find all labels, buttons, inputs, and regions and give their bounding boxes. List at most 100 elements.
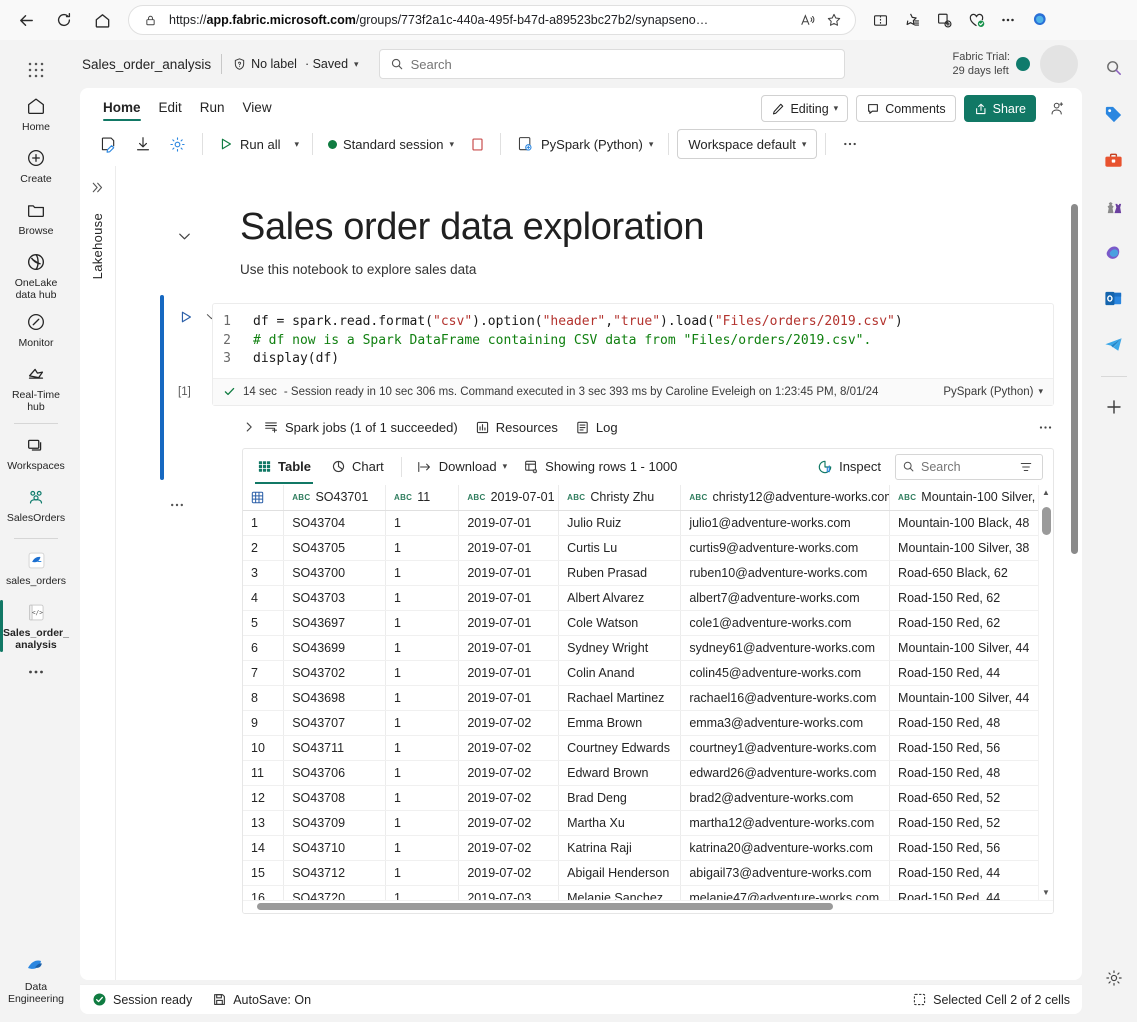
sidebar-item-workspaces[interactable]: Workspaces xyxy=(0,429,72,481)
settings-gear-icon[interactable] xyxy=(1098,962,1130,994)
grid-horizontal-scrollbar[interactable] xyxy=(243,900,1053,913)
table-cell[interactable]: 1 xyxy=(386,836,459,861)
table-cell[interactable]: SO43711 xyxy=(284,736,386,761)
table-cell[interactable]: albert7@adventure-works.com xyxy=(681,586,890,611)
table-cell[interactable]: Rachael Martinez xyxy=(559,686,681,711)
environment-selector[interactable]: Workspace default ▾ xyxy=(677,129,817,159)
sidebar-item-onelake-data-hub[interactable]: OneLake data hub xyxy=(0,246,72,306)
table-cell[interactable]: Mountain-100 Silver, 44 xyxy=(890,636,1053,661)
notebook-settings-button[interactable] xyxy=(161,129,194,159)
ribbon-overflow-button[interactable] xyxy=(834,129,866,159)
table-cell[interactable]: SO43708 xyxy=(284,786,386,811)
filter-icon[interactable] xyxy=(1019,460,1033,474)
table-cell[interactable]: Brad Deng xyxy=(559,786,681,811)
import-notebook-button[interactable] xyxy=(127,129,159,159)
telegram-icon[interactable] xyxy=(1098,328,1130,360)
table-cell[interactable]: SO43710 xyxy=(284,836,386,861)
table-cell[interactable]: 1 xyxy=(386,611,459,636)
table-cell[interactable]: SO43702 xyxy=(284,661,386,686)
grid-corner-icon[interactable] xyxy=(243,485,284,511)
table-cell[interactable]: 2019-07-02 xyxy=(459,786,559,811)
table-cell[interactable]: 1 xyxy=(386,886,459,900)
table-row[interactable]: 7SO4370212019-07-01Colin Anandcolin45@ad… xyxy=(243,661,1053,686)
run-all-dropdown[interactable]: ▾ xyxy=(289,129,304,159)
log-link[interactable]: Log xyxy=(575,420,618,435)
table-cell[interactable]: 2019-07-01 xyxy=(459,586,559,611)
table-cell[interactable]: rachael16@adventure-works.com xyxy=(681,686,890,711)
tag-icon[interactable] xyxy=(1098,98,1130,130)
markdown-cell[interactable]: Sales order data exploration Use this no… xyxy=(116,166,1068,277)
table-row[interactable]: 15SO4371212019-07-02Abigail Hendersonabi… xyxy=(243,861,1053,886)
table-cell[interactable]: 1 xyxy=(386,586,459,611)
table-cell[interactable]: SO43699 xyxy=(284,636,386,661)
table-cell[interactable]: 1 xyxy=(386,761,459,786)
table-cell[interactable]: 2019-07-02 xyxy=(459,836,559,861)
notebook-scrollbar[interactable] xyxy=(1069,180,1080,966)
sidebar-item-sales-orders-lakehouse[interactable]: sales_orders xyxy=(0,544,72,596)
browser-essentials-icon[interactable] xyxy=(960,4,992,36)
column-header[interactable]: ABCSO43701 xyxy=(284,485,386,511)
table-cell[interactable]: SO43697 xyxy=(284,611,386,636)
table-cell[interactable]: Mountain-100 Black, 48 xyxy=(890,511,1053,536)
table-cell[interactable]: Curtis Lu xyxy=(559,536,681,561)
showing-rows-indicator[interactable]: Showing rows 1 - 1000 xyxy=(515,459,685,475)
session-selector[interactable]: Standard session ▾ xyxy=(321,129,461,159)
scroll-thumb[interactable] xyxy=(1042,507,1051,535)
sidebar-item-sales-order-analysis[interactable]: </> Sales_order_ analysis xyxy=(0,596,72,656)
app-launcher-icon[interactable] xyxy=(16,50,56,90)
sidebar-item-data-engineering[interactable]: Data Engineering xyxy=(0,950,72,1010)
table-cell[interactable]: 1 xyxy=(386,561,459,586)
sidebar-item-create[interactable]: Create xyxy=(0,142,72,194)
sidebar-item-home[interactable]: Home xyxy=(0,90,72,142)
result-grid[interactable]: ABCSO43701ABC11ABC2019-07-01ABCChristy Z… xyxy=(243,485,1053,900)
tab-view[interactable]: View xyxy=(234,97,281,122)
table-cell[interactable]: 1 xyxy=(386,536,459,561)
table-cell[interactable]: Sydney Wright xyxy=(559,636,681,661)
address-bar[interactable]: https://app.fabric.microsoft.com/groups/… xyxy=(128,5,856,35)
collections-icon[interactable] xyxy=(928,4,960,36)
table-cell[interactable]: 1 xyxy=(386,711,459,736)
table-row[interactable]: 5SO4369712019-07-01Cole Watsoncole1@adve… xyxy=(243,611,1053,636)
autosave-status[interactable]: AutoSave: On xyxy=(212,992,311,1007)
output-search[interactable] xyxy=(895,454,1043,480)
refresh-button[interactable] xyxy=(48,4,80,36)
search-icon[interactable] xyxy=(1098,52,1130,84)
table-cell[interactable]: 1 xyxy=(386,786,459,811)
table-cell[interactable]: Mountain-100 Silver, 38 xyxy=(890,536,1053,561)
table-cell[interactable]: Mountain-100 Silver, 44 xyxy=(890,686,1053,711)
table-cell[interactable]: 2019-07-02 xyxy=(459,761,559,786)
table-cell[interactable]: Edward Brown xyxy=(559,761,681,786)
share-button[interactable]: Share xyxy=(964,95,1036,122)
scroll-down-arrow-icon[interactable]: ▼ xyxy=(1042,885,1050,900)
table-cell[interactable]: Road-150 Red, 44 xyxy=(890,661,1053,686)
outlook-icon[interactable] xyxy=(1098,282,1130,314)
column-header[interactable]: ABCChristy Zhu xyxy=(559,485,681,511)
split-screen-icon[interactable] xyxy=(864,4,896,36)
table-cell[interactable]: Road-150 Red, 56 xyxy=(890,736,1053,761)
table-cell[interactable]: 2019-07-01 xyxy=(459,561,559,586)
table-cell[interactable]: martha12@adventure-works.com xyxy=(681,811,890,836)
table-cell[interactable]: Cole Watson xyxy=(559,611,681,636)
table-row[interactable]: 16SO4372012019-07-03Melanie Sanchezmelan… xyxy=(243,886,1053,900)
table-cell[interactable]: courtney1@adventure-works.com xyxy=(681,736,890,761)
cell-selection-status[interactable]: Selected Cell 2 of 2 cells xyxy=(912,992,1070,1007)
office-icon[interactable] xyxy=(1098,236,1130,268)
grid-vertical-scrollbar[interactable]: ▲ ▼ xyxy=(1038,485,1053,900)
sidebar-item-browse[interactable]: Browse xyxy=(0,194,72,246)
column-header[interactable]: ABC2019-07-01 xyxy=(459,485,559,511)
table-row[interactable]: 4SO4370312019-07-01Albert Alvarezalbert7… xyxy=(243,586,1053,611)
output-search-input[interactable] xyxy=(921,460,1013,474)
browser-more-icon[interactable] xyxy=(992,4,1024,36)
table-cell[interactable]: 2019-07-01 xyxy=(459,611,559,636)
table-cell[interactable]: Melanie Sanchez xyxy=(559,886,681,900)
table-cell[interactable]: SO43707 xyxy=(284,711,386,736)
table-cell[interactable]: 1 xyxy=(386,511,459,536)
table-cell[interactable]: 2019-07-01 xyxy=(459,536,559,561)
language-selector[interactable]: PySpark (Python) ▾ xyxy=(509,129,660,159)
table-cell[interactable]: SO43709 xyxy=(284,811,386,836)
scroll-thumb[interactable] xyxy=(257,903,833,910)
run-cell-icon[interactable] xyxy=(178,309,194,325)
table-cell[interactable]: curtis9@adventure-works.com xyxy=(681,536,890,561)
spark-jobs-link[interactable]: Spark jobs (1 of 1 succeeded) xyxy=(263,419,458,435)
home-button[interactable] xyxy=(86,4,118,36)
